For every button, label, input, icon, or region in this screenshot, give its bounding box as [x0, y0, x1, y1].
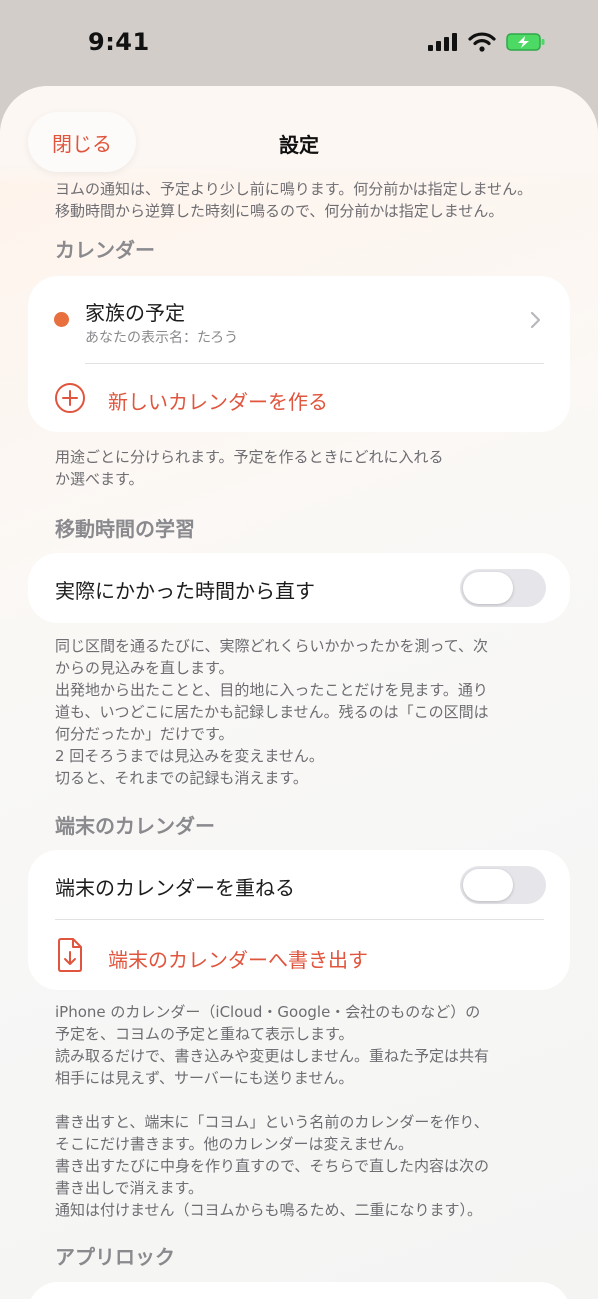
top-note-line: 移動時間から逆算した時刻に鳴るので、何分前かは指定しません。 — [55, 202, 504, 220]
calendar-item-subtitle: あなたの表示名：たろう — [85, 330, 239, 346]
new-calendar-button[interactable]: 新しいカレンダーを作る — [28, 364, 570, 432]
calendar-item-title: 家族の予定 — [85, 301, 185, 325]
travel-note-line: 同じ区間を通るたびに、実際どれくらいかかったかを測って、次 — [55, 637, 489, 655]
nav-bar: 閉じる 設定 — [0, 86, 598, 186]
travel-note-line: 2 回そろうまでは見込みを変えません。 — [55, 747, 324, 765]
wifi-icon — [468, 32, 496, 52]
export-device-calendar-label: 端末のカレンダーへ書き出す — [108, 948, 368, 972]
device-note-line: 書き出すたびに中身を作り直すので、そちらで直した内容は次の — [55, 1157, 489, 1175]
device-note-line: 書き出すと、端末に「コヨム」という名前のカレンダーを作り、 — [55, 1113, 489, 1131]
device-note-line: 読み取るだけで、書き込みや変更はしません。重ねた予定は共有 — [55, 1047, 489, 1065]
page-title: 設定 — [279, 133, 319, 157]
device-note-line: 書き出しで消えます。 — [55, 1179, 204, 1197]
travel-note-line: からの見込みを直します。 — [55, 659, 234, 677]
device-card: 端末のカレンダーを重ねる 端末のカレンダーへ書き出す — [28, 850, 570, 990]
calendar-note-line: か選べます。 — [55, 470, 144, 488]
plus-circle-icon — [55, 383, 85, 413]
toggle-knob — [463, 572, 513, 604]
travel-note-line: 道も、いつどこに居たかも記録しません。残るのは「この区間は — [55, 703, 489, 721]
new-calendar-label: 新しいカレンダーを作る — [108, 390, 328, 414]
settings-sheet: ヨムの通知は、予定より少し前に鳴ります。何分前かは指定しません。 移動時間から逆… — [0, 86, 598, 1299]
calendar-color-dot-icon — [54, 312, 69, 327]
device-note-line: そこにだけ書きます。他のカレンダーは変えません。 — [55, 1135, 414, 1153]
travel-section-header: 移動時間の学習 — [55, 517, 195, 541]
calendar-note-line: 用途ごとに分けられます。予定を作るときにどれに入れる — [55, 448, 444, 466]
travel-note-line: 何分だったか」だけです。 — [55, 725, 234, 743]
device-note-line: 通知は付けません（コヨムからも鳴るため、二重になります）。 — [55, 1201, 483, 1219]
travel-note: 同じ区間を通るたびに、実際どれくらいかかったかを測って、次 からの見込みを直しま… — [55, 635, 555, 789]
document-download-icon — [58, 938, 82, 972]
device-note-line: 予定を、コヨムの予定と重ねて表示します。 — [55, 1025, 354, 1043]
status-time: 9:41 — [88, 28, 150, 56]
device-section-header: 端末のカレンダー — [55, 814, 215, 838]
device-note-line: iPhone のカレンダー（iCloud・Google・会社のものなど）の — [55, 1003, 481, 1021]
calendar-section-header: カレンダー — [55, 238, 155, 262]
calendar-row-family[interactable]: 家族の予定 あなたの表示名：たろう — [28, 276, 570, 362]
applock-section-header: アプリロック — [55, 1245, 175, 1269]
battery-charging-icon — [506, 33, 545, 51]
toggle-knob — [463, 869, 513, 901]
device-overlay-label: 端末のカレンダーを重ねる — [55, 876, 295, 900]
calendar-note: 用途ごとに分けられます。予定を作るときにどれに入れる か選べます。 — [55, 446, 555, 490]
cellular-signal-icon — [428, 33, 457, 51]
chevron-right-icon — [530, 311, 541, 329]
device-overlay-toggle[interactable] — [460, 866, 546, 904]
status-icons — [428, 32, 546, 52]
travel-learning-label: 実際にかかった時間から直す — [55, 579, 315, 603]
status-bar: 9:41 — [0, 0, 598, 86]
travel-learning-toggle[interactable] — [460, 569, 546, 607]
travel-note-line: 出発地から出たことと、目的地に入ったことだけを見ます。通り — [55, 681, 488, 699]
travel-note-line: 切ると、それまでの記録も消えます。 — [55, 769, 308, 787]
device-note: iPhone のカレンダー（iCloud・Google・会社のものなど）の 予定… — [55, 1001, 555, 1221]
device-note-line: 相手には見えず、サーバーにも送りません。 — [55, 1069, 354, 1087]
export-device-calendar-button[interactable]: 端末のカレンダーへ書き出す — [28, 920, 570, 990]
calendar-card: 家族の予定 あなたの表示名：たろう 新しいカレンダーを作る — [28, 276, 570, 432]
note-spacer — [55, 1089, 555, 1111]
travel-card: 実際にかかった時間から直す — [28, 553, 570, 623]
applock-card — [28, 1282, 570, 1299]
